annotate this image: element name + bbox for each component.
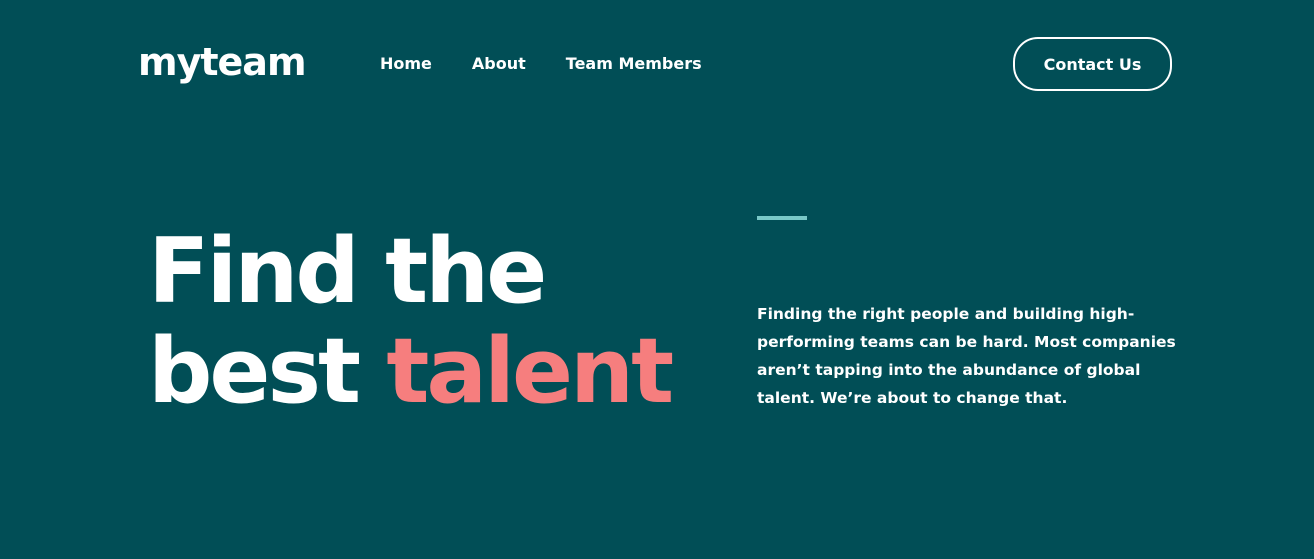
hero-title: Find the best talent xyxy=(148,219,674,424)
page: myteam Home About Team Members Contact U… xyxy=(0,0,1314,559)
accent-divider xyxy=(757,216,807,220)
logo[interactable]: myteam xyxy=(138,40,307,84)
nav-team-members-link[interactable]: Team Members xyxy=(566,52,702,76)
main-nav: Home About Team Members xyxy=(380,52,702,76)
nav-home-link[interactable]: Home xyxy=(380,52,432,76)
hero-title-line1: Find the xyxy=(148,219,547,324)
hero-title-accent: talent xyxy=(386,319,674,424)
contact-us-button[interactable]: Contact Us xyxy=(1013,37,1172,91)
hero-title-line2-plain: best xyxy=(148,319,361,424)
hero-description: Finding the right people and building hi… xyxy=(757,305,1176,407)
nav-about-link[interactable]: About xyxy=(472,52,526,76)
